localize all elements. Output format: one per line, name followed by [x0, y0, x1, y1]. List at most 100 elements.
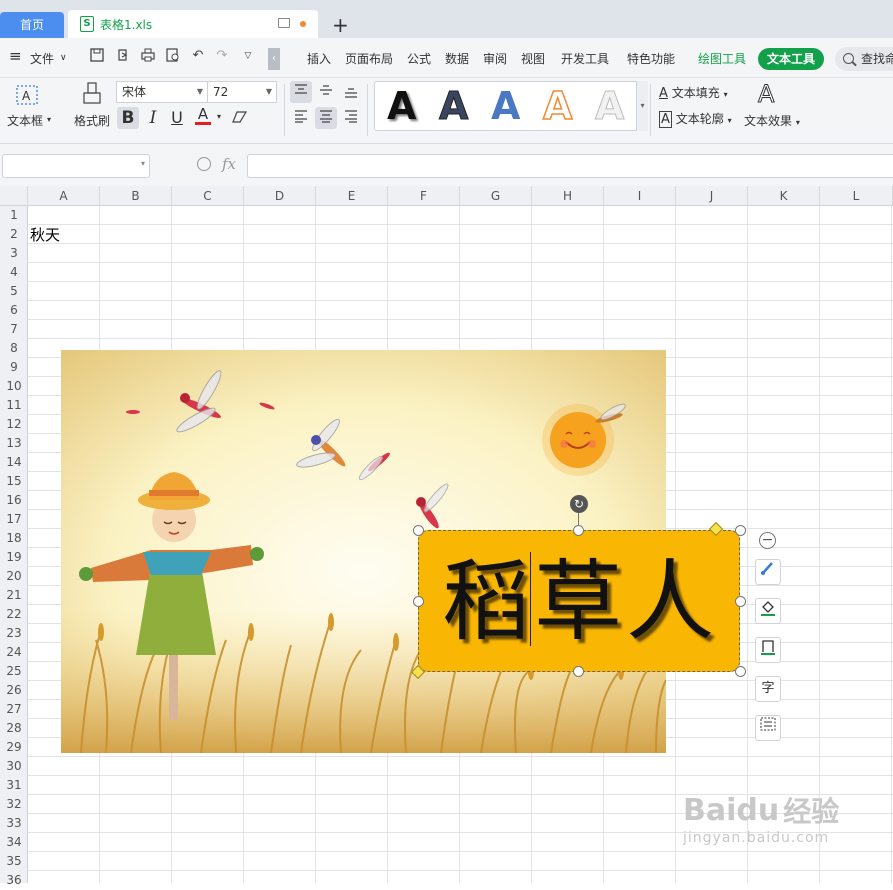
resize-handle-top-right[interactable] — [735, 525, 746, 536]
formula-input[interactable] — [247, 154, 893, 178]
menu-file[interactable]: 文件 — [30, 50, 54, 67]
column-header[interactable]: J — [676, 186, 748, 206]
menu-data[interactable]: 数据 — [445, 50, 469, 67]
row-header[interactable]: 13 — [0, 434, 28, 453]
row-header[interactable]: 35 — [0, 852, 28, 871]
style-preset-3[interactable]: A — [491, 84, 520, 128]
row-header[interactable]: 3 — [0, 244, 28, 263]
row-header[interactable]: 25 — [0, 662, 28, 681]
column-header[interactable]: C — [172, 186, 244, 206]
redo-icon[interactable]: ↷ — [214, 48, 230, 64]
format-painter-icon[interactable] — [82, 82, 102, 109]
new-tab-button[interactable]: + — [332, 12, 349, 38]
select-all-corner[interactable] — [0, 186, 28, 206]
cell-a2[interactable]: 秋天 — [30, 224, 60, 245]
align-top-icon[interactable] — [290, 81, 312, 103]
text-direction-button[interactable]: 字 — [755, 676, 781, 702]
column-header[interactable]: L — [820, 186, 893, 206]
resize-handle-top-left[interactable] — [413, 525, 424, 536]
row-header[interactable]: 32 — [0, 795, 28, 814]
column-header[interactable]: G — [460, 186, 532, 206]
menu-insert[interactable]: 插入 — [307, 50, 331, 67]
gallery-scroll-button[interactable]: ▾ — [636, 81, 648, 131]
format-painter-button[interactable]: 格式刷 — [74, 112, 110, 129]
collapse-tools-icon[interactable]: − — [759, 532, 776, 549]
row-header[interactable]: 14 — [0, 453, 28, 472]
text-box-options-button[interactable] — [755, 715, 781, 741]
column-header[interactable]: A — [28, 186, 100, 206]
menu-developer[interactable]: 开发工具 — [561, 50, 609, 67]
resize-handle-bottom[interactable] — [573, 666, 584, 677]
row-header[interactable]: 7 — [0, 320, 28, 339]
column-header[interactable]: B — [100, 186, 172, 206]
fx-icon[interactable]: fx — [222, 155, 236, 173]
resize-handle-top[interactable] — [573, 525, 584, 536]
row-header[interactable]: 33 — [0, 814, 28, 833]
chevron-down-icon[interactable]: ▾ — [47, 115, 51, 124]
tab-file[interactable]: S 表格1.xls — [68, 10, 318, 38]
resize-handle-right[interactable] — [735, 596, 746, 607]
fill-button[interactable] — [755, 598, 781, 624]
menu-page-layout[interactable]: 页面布局 — [345, 50, 393, 67]
search-command[interactable]: 查找命 — [835, 47, 893, 71]
row-header[interactable]: 21 — [0, 586, 28, 605]
align-left-icon[interactable] — [290, 107, 312, 129]
row-header[interactable]: 23 — [0, 624, 28, 643]
text-fill-button[interactable]: A 文本填充 ▾ — [659, 84, 728, 101]
chevron-down-icon[interactable]: ▾ — [217, 112, 221, 121]
chevron-down-icon[interactable]: ∨ — [60, 53, 67, 63]
row-header[interactable]: 11 — [0, 396, 28, 415]
row-header[interactable]: 1 — [0, 206, 28, 225]
menu-text-tools[interactable]: 文本工具 — [758, 48, 824, 70]
row-header[interactable]: 18 — [0, 529, 28, 548]
row-header[interactable]: 8 — [0, 339, 28, 358]
row-header[interactable]: 29 — [0, 738, 28, 757]
bold-button[interactable]: B — [117, 107, 139, 129]
outline-button[interactable] — [755, 637, 781, 663]
menu-drawing-tools[interactable]: 绘图工具 — [698, 50, 746, 67]
column-header[interactable]: D — [244, 186, 316, 206]
name-box[interactable]: ▾ — [2, 154, 150, 178]
export-icon[interactable] — [115, 48, 131, 64]
textbox-text[interactable]: 稻草人 — [419, 531, 741, 673]
row-header[interactable]: 20 — [0, 567, 28, 586]
row-header[interactable]: 17 — [0, 510, 28, 529]
text-effect-icon[interactable]: A — [757, 80, 774, 109]
row-header[interactable]: 34 — [0, 833, 28, 852]
print-icon[interactable] — [140, 48, 156, 64]
row-header[interactable]: 16 — [0, 491, 28, 510]
textbox-button[interactable]: 文本框 — [7, 112, 43, 129]
tab-home[interactable]: 首页 — [0, 12, 64, 38]
clear-format-icon[interactable] — [232, 110, 248, 127]
style-preset-4[interactable]: A — [542, 83, 573, 129]
shape-style-button[interactable] — [755, 559, 781, 585]
hamburger-menu-icon[interactable]: ≡ — [9, 47, 22, 65]
row-header[interactable]: 19 — [0, 548, 28, 567]
undo-icon[interactable]: ↶ — [190, 48, 206, 64]
row-header[interactable]: 31 — [0, 776, 28, 795]
row-header[interactable]: 6 — [0, 301, 28, 320]
row-header[interactable]: 2 — [0, 225, 28, 244]
text-effect-button[interactable]: 文本效果 ▾ — [744, 112, 800, 129]
resize-handle-bottom-right[interactable] — [735, 666, 746, 677]
row-header[interactable]: 30 — [0, 757, 28, 776]
row-header[interactable]: 22 — [0, 605, 28, 624]
menu-special[interactable]: 特色功能 — [627, 50, 675, 67]
style-preset-1[interactable]: A — [387, 84, 416, 128]
text-outline-button[interactable]: A 文本轮廓 ▾ — [659, 110, 732, 128]
column-header[interactable]: I — [604, 186, 676, 206]
zoom-formula-icon[interactable] — [197, 157, 211, 171]
row-header[interactable]: 9 — [0, 358, 28, 377]
rotate-handle-icon[interactable]: ↻ — [570, 495, 588, 513]
row-header[interactable]: 5 — [0, 282, 28, 301]
print-preview-icon[interactable] — [165, 48, 181, 64]
menu-view[interactable]: 视图 — [521, 50, 545, 67]
font-color-button[interactable]: A — [195, 105, 211, 125]
font-size-select[interactable]: 72 ▼ — [207, 81, 277, 103]
row-header[interactable]: 26 — [0, 681, 28, 700]
column-header[interactable]: E — [316, 186, 388, 206]
column-header[interactable]: H — [532, 186, 604, 206]
menu-review[interactable]: 审阅 — [483, 50, 507, 67]
underline-button[interactable]: U — [166, 107, 188, 129]
row-header[interactable]: 27 — [0, 700, 28, 719]
